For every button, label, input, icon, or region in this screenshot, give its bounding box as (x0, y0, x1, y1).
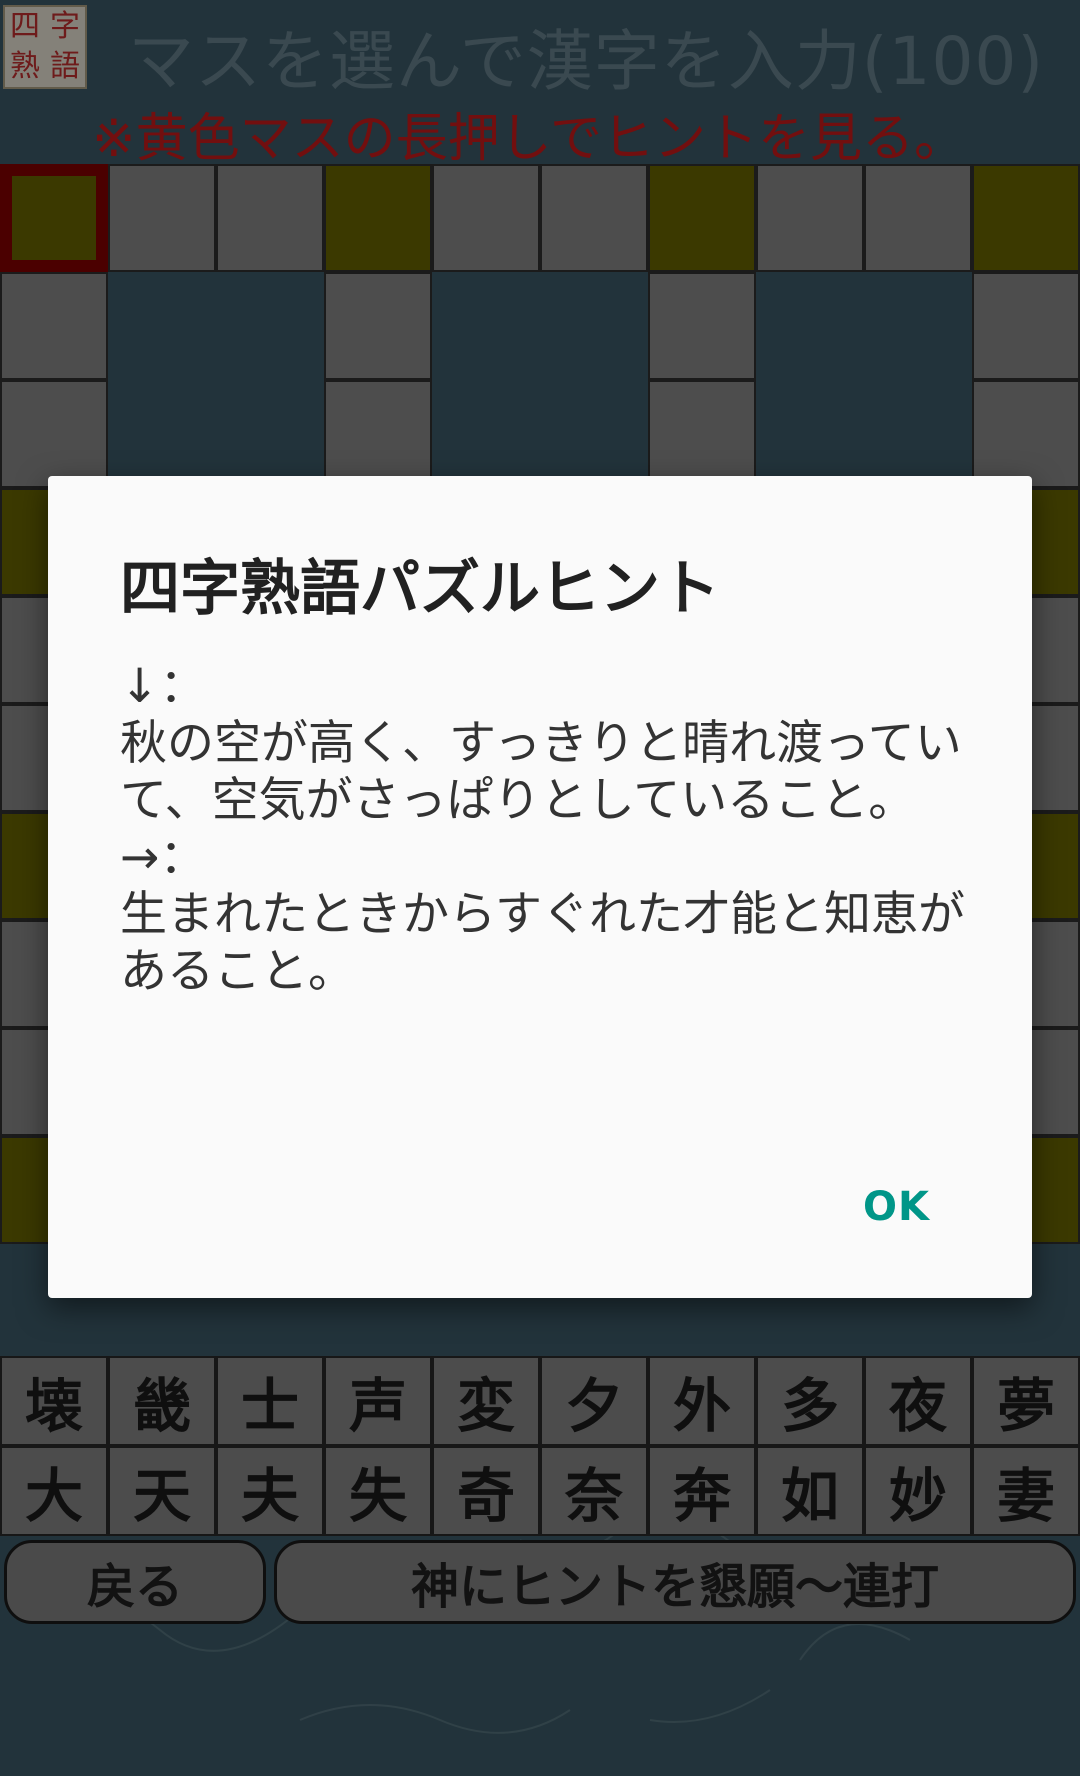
hint-dialog: 四字熟語パズルヒント ↓： 秋の空が高く、すっきりと晴れ渡っていて、空気がさっぱ… (48, 476, 1032, 1298)
dialog-title: 四字熟語パズルヒント (120, 554, 720, 624)
dialog-message: ↓： 秋の空が高く、すっきりと晴れ渡っていて、空気がさっぱりとしていること。 →… (120, 659, 966, 999)
ok-button[interactable]: OK (857, 1176, 936, 1238)
